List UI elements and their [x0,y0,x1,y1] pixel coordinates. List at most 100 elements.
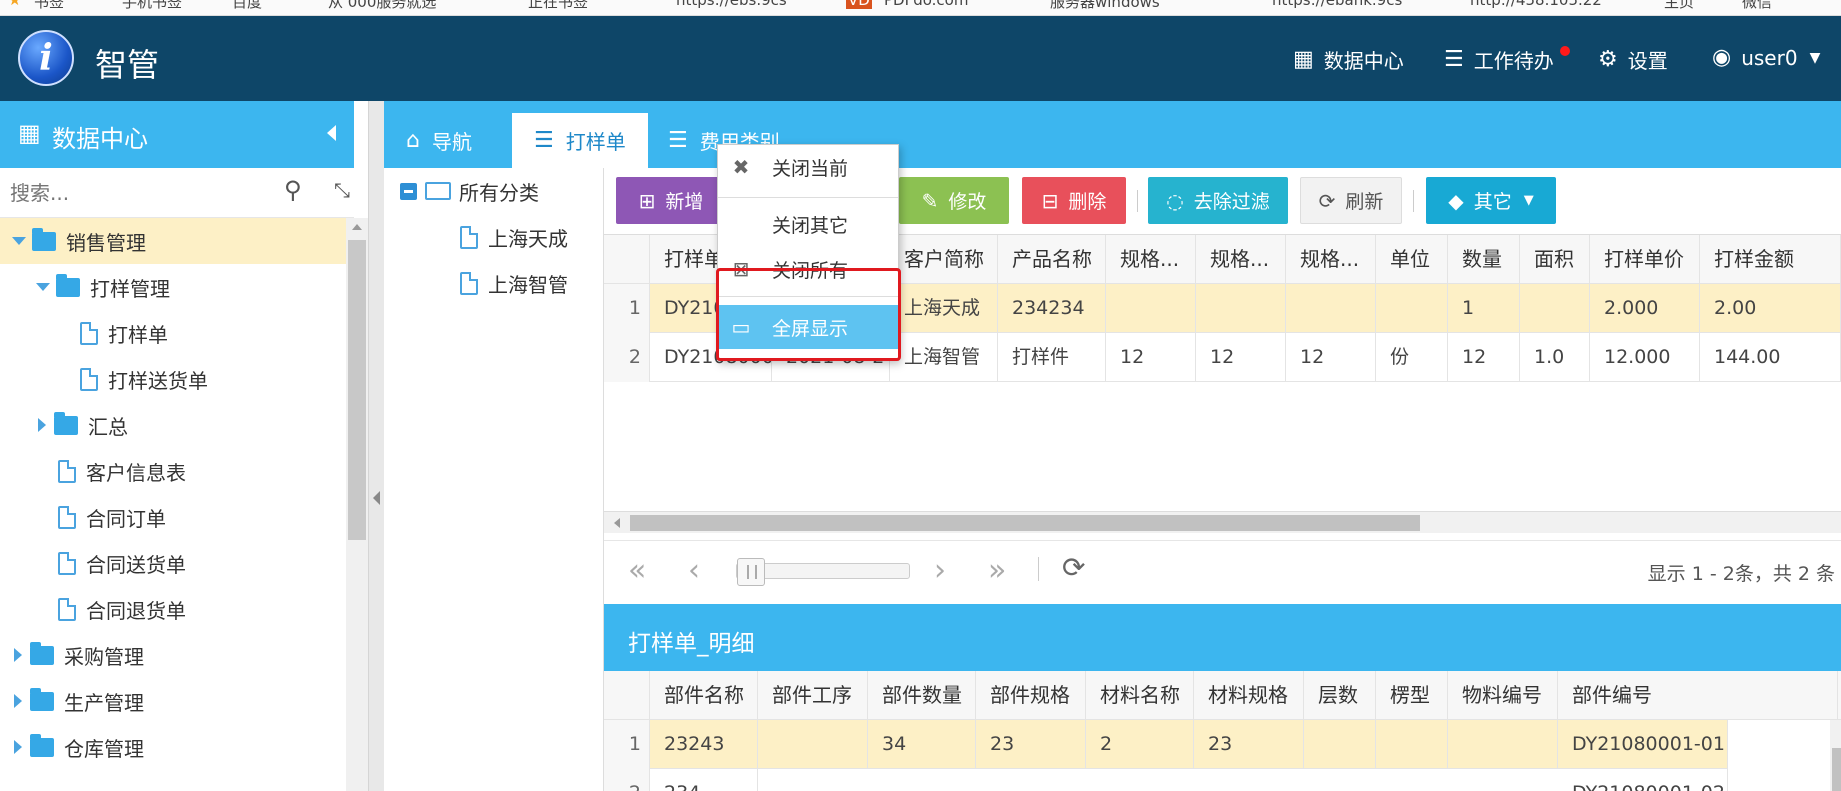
collapse-left-icon[interactable] [373,491,380,505]
column-header[interactable]: 数量 [1448,235,1520,284]
panel-splitter[interactable] [368,101,384,791]
sidebar-scrollbar[interactable] [346,218,368,791]
scrollbar-thumb[interactable] [1832,748,1841,791]
column-header[interactable]: 面积 [1520,235,1590,284]
bookmark-item[interactable]: 百度 [232,0,262,12]
sidebar-item-sales[interactable]: 销售管理 [12,218,146,264]
column-header[interactable]: 规格... [1286,235,1376,284]
column-header[interactable]: 楞型 [1376,671,1448,720]
next-page-icon[interactable]: › [934,553,946,588]
prev-page-icon[interactable]: ‹ [688,553,700,588]
bookmark-item[interactable]: VD [846,0,872,9]
refresh-button[interactable]: ⟳ 刷新 [1300,177,1402,224]
scrollbar-thumb[interactable] [630,515,1420,531]
first-page-icon[interactable]: « [628,553,646,588]
clear-filter-button[interactable]: ◌ 去除过滤 [1148,177,1288,224]
tab-navigation[interactable]: ⌂ 导航 [384,113,494,168]
cell-customer: 上海智管 [890,333,998,382]
cell-flute [1376,720,1448,769]
sidebar-item-sample-delivery[interactable]: 打样送货单 [80,356,208,402]
expand-icon[interactable] [14,694,22,708]
category-item[interactable]: 上海天成 [460,214,568,260]
collapse-icon[interactable] [400,182,417,200]
sidebar-item-sample-order[interactable]: 打样单 [80,310,168,356]
sidebar-item-contract-return[interactable]: 合同退货单 [58,586,186,632]
category-item[interactable]: 上海智管 [460,260,568,306]
bookmark-item[interactable]: 服务器windows [1050,0,1160,12]
tag-icon: ◆ [1448,188,1464,213]
pager: « ‹ › » ⟳ 显示 1 - 2条，共 2 条 [604,540,1841,600]
column-header[interactable]: 产品名称 [998,235,1106,284]
bookmark-item[interactable]: https://ebs.9cs [676,0,787,9]
expand-icon[interactable] [12,237,26,245]
sidebar-item-contract-order[interactable]: 合同订单 [58,494,166,540]
bookmark-item[interactable]: https://ebank.9cs [1272,0,1402,9]
cell-quantity: 1 [1448,284,1520,333]
sidebar-item-purchasing[interactable]: 采购管理 [14,632,144,678]
column-header[interactable]: 打样单价 [1590,235,1700,284]
button-label: 其它 [1473,191,1512,213]
table-row[interactable]: 1 23243 34 23 2 23 DY21080001-01 [604,720,1728,769]
tab-label: 导航 [431,130,472,154]
sidebar-item-contract-delivery[interactable]: 合同送货单 [58,540,186,586]
bookmark-item[interactable]: 主页 [1664,0,1694,12]
column-header[interactable]: 层数 [1304,671,1376,720]
scroll-up-icon[interactable] [352,224,362,230]
expand-icon[interactable] [14,740,22,754]
tab-sample-order[interactable]: ☰ 打样单 [512,113,648,168]
bookmark-item[interactable]: 正在书签 [528,0,588,12]
edit-button[interactable]: ✎ 修改 [899,177,1009,224]
search-icon[interactable]: ⚲ [284,176,302,204]
column-header[interactable]: 规格... [1196,235,1286,284]
table-row[interactable]: 2 234 DY21080001-02 [604,769,1841,791]
column-header[interactable]: 部件名称 [650,671,758,720]
user-menu[interactable]: ◉ user0 ▼ [1712,45,1820,70]
bookmark-item[interactable]: PDFdo.com [884,0,968,9]
add-button[interactable]: ⊞ 新增 [616,177,726,224]
column-header[interactable]: 材料名称 [1086,671,1194,720]
column-header[interactable]: 打样金额 [1700,235,1841,284]
last-page-icon[interactable]: » [988,553,1006,588]
category-root[interactable]: 所有分类 [400,168,539,214]
expand-icon[interactable] [38,418,46,432]
column-header[interactable]: 部件规格 [976,671,1086,720]
expand-icon[interactable] [36,283,50,291]
menu-item-close-others[interactable]: 关闭其它 [718,202,898,246]
collapse-all-icon[interactable]: ⤡ [334,178,350,202]
column-header[interactable]: 部件编号 [1558,671,1838,720]
sidebar-item-warehouse[interactable]: 仓库管理 [14,724,144,770]
bookmark-item[interactable]: 从 000服务就选 [328,0,436,12]
sidebar-item-sample-mgmt[interactable]: 打样管理 [36,264,170,310]
scroll-left-icon[interactable] [614,518,620,528]
column-header[interactable]: 材料规格 [1194,671,1304,720]
page-slider[interactable] [736,558,910,586]
nav-tasks[interactable]: ☰ 工作待办 [1444,45,1554,74]
delete-button[interactable]: ⊟ 删除 [1022,177,1126,224]
column-header[interactable]: 客户简称 [890,235,998,284]
bookmark-item[interactable]: 微信 [1742,0,1772,12]
column-header[interactable]: 物料编号 [1448,671,1558,720]
collapse-sidebar-icon[interactable] [327,125,336,141]
bookmark-item[interactable]: http://458.105.22 [1470,0,1602,9]
nav-settings[interactable]: ⚙ 设置 [1598,45,1668,74]
grid-horizontal-scrollbar[interactable] [604,511,1841,533]
sidebar-item-label: 合同订单 [86,506,166,531]
search-input[interactable] [10,177,270,209]
page-slider-knob[interactable] [737,558,765,586]
column-header[interactable]: 规格... [1106,235,1196,284]
detail-vertical-scrollbar[interactable] [1830,720,1841,791]
menu-item-close-current[interactable]: ✖ 关闭当前 [718,145,898,189]
bookmark-item[interactable]: 手机书签 [122,0,182,12]
sidebar-item-summary[interactable]: 汇总 [38,402,128,448]
nav-data-center[interactable]: ▦ 数据中心 [1293,45,1404,74]
column-header[interactable]: 部件工序 [758,671,868,720]
column-header[interactable]: 部件数量 [868,671,976,720]
sidebar-item-customer-info[interactable]: 客户信息表 [58,448,186,494]
scrollbar-thumb[interactable] [348,240,366,540]
column-header[interactable]: 单位 [1376,235,1448,284]
expand-icon[interactable] [14,648,22,662]
sidebar-item-production[interactable]: 生产管理 [14,678,144,724]
bookmark-item[interactable]: 书签 [34,0,64,12]
other-dropdown-button[interactable]: ◆ 其它 ▼ [1426,177,1556,224]
refresh-icon[interactable]: ⟳ [1062,551,1085,584]
